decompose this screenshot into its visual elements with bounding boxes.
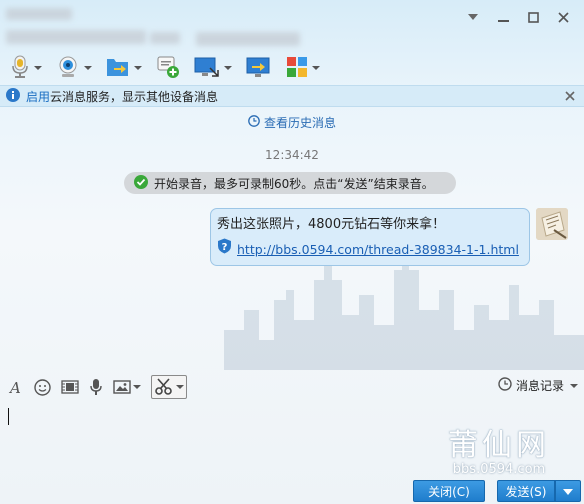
chat-history-area[interactable]: 查看历史消息 12:34:42 开始录音，最多可录制60秒。点击“发送”结束录音… xyxy=(0,108,584,370)
chevron-down-icon[interactable] xyxy=(176,385,184,389)
text-caret xyxy=(8,408,9,425)
remote-desktop-button[interactable] xyxy=(190,55,236,81)
title-bar xyxy=(0,0,584,52)
screenshot-icon[interactable] xyxy=(151,375,187,399)
notice-text: 云消息服务，显示其他设备消息 xyxy=(50,89,219,104)
watermark-logo: 莆仙网 xyxy=(448,428,550,463)
close-icon[interactable] xyxy=(548,6,578,28)
send-button[interactable]: 发送(S) xyxy=(497,480,555,502)
group-chat-icon xyxy=(156,55,180,82)
clock-icon xyxy=(248,115,260,130)
close-icon[interactable] xyxy=(562,88,578,104)
message-link[interactable]: http://bbs.0594.com/thread-389834-1-1.ht… xyxy=(237,239,519,261)
avatar[interactable] xyxy=(536,208,568,240)
message-text: 秀出这张照片，4800元钻石等你来拿！ xyxy=(217,217,446,232)
watermark-url: bbs.0594.com xyxy=(452,462,546,477)
blurred-contact-name xyxy=(6,8,72,20)
input-toolbar: A xyxy=(0,372,584,402)
maximize-icon[interactable] xyxy=(518,6,548,28)
enable-link[interactable]: 启用 xyxy=(26,90,50,104)
check-circle-icon xyxy=(134,174,148,192)
shield-question-icon: ? xyxy=(217,238,232,262)
system-message: 开始录音，最多可录制60秒。点击“发送”结束录音。 xyxy=(124,172,456,194)
notice-message: 启用云消息服务，显示其他设备消息 xyxy=(26,88,218,105)
system-message-text: 开始录音，最多可录制60秒。点击“发送”结束录音。 xyxy=(154,176,434,191)
chevron-down-icon[interactable] xyxy=(458,6,488,28)
file-transfer-icon xyxy=(106,56,130,81)
view-history-label: 查看历史消息 xyxy=(263,116,336,130)
microphone-icon xyxy=(10,55,30,82)
message-bubble: 秀出这张照片，4800元钻石等你来拿！ ? http://bbs.0594.co… xyxy=(210,208,530,266)
voice-message-icon[interactable] xyxy=(89,375,103,399)
share-screen-button[interactable] xyxy=(242,55,276,81)
minimize-icon[interactable] xyxy=(488,6,518,28)
watermark: 莆仙网 bbs.0594.com xyxy=(448,420,550,477)
message-timestamp: 12:34:42 xyxy=(265,148,319,162)
create-group-button[interactable] xyxy=(152,55,184,81)
clock-icon xyxy=(498,377,512,394)
chevron-down-icon[interactable] xyxy=(570,383,578,388)
apps-grid-icon xyxy=(286,56,308,81)
send-options-button[interactable] xyxy=(555,480,581,502)
apps-button[interactable] xyxy=(282,55,324,81)
chevron-down-icon[interactable] xyxy=(224,66,232,70)
webcam-icon xyxy=(56,55,80,82)
svg-text:?: ? xyxy=(222,242,228,253)
monitor-icon xyxy=(194,56,220,81)
view-history-link[interactable]: 查看历史消息 xyxy=(0,114,584,131)
notice-bar: 启用云消息服务，显示其他设备消息 xyxy=(0,85,584,107)
message-record-label: 消息记录 xyxy=(515,379,564,393)
screen-share-icon xyxy=(246,56,272,81)
message-link-row: ? http://bbs.0594.com/thread-389834-1-1.… xyxy=(217,238,523,262)
blurred-signature xyxy=(150,32,180,44)
send-file-button[interactable] xyxy=(102,55,146,81)
video-clip-icon[interactable] xyxy=(61,375,79,399)
voice-call-button[interactable] xyxy=(6,55,46,81)
close-button[interactable]: 关闭(C) xyxy=(413,480,485,502)
blurred-signature xyxy=(6,30,146,44)
window-controls xyxy=(458,6,578,28)
message-record-button[interactable]: 消息记录 xyxy=(498,377,578,394)
font-icon[interactable]: A xyxy=(8,375,24,399)
video-call-button[interactable] xyxy=(52,55,96,81)
chevron-down-icon[interactable] xyxy=(312,66,320,70)
chevron-down-icon[interactable] xyxy=(134,66,142,70)
chevron-down-icon xyxy=(563,484,573,498)
blurred-signature xyxy=(196,32,300,46)
svg-text:A: A xyxy=(8,379,21,395)
chat-window: 启用云消息服务，显示其他设备消息 查看历史消息 12:34:42 开始录音，最多… xyxy=(0,0,584,504)
chat-toolbar xyxy=(6,54,324,82)
image-icon[interactable] xyxy=(113,375,141,399)
chevron-down-icon[interactable] xyxy=(133,385,141,389)
info-icon xyxy=(6,87,20,105)
chevron-down-icon[interactable] xyxy=(84,66,92,70)
chevron-down-icon[interactable] xyxy=(34,66,42,70)
emoji-icon[interactable] xyxy=(34,375,51,399)
